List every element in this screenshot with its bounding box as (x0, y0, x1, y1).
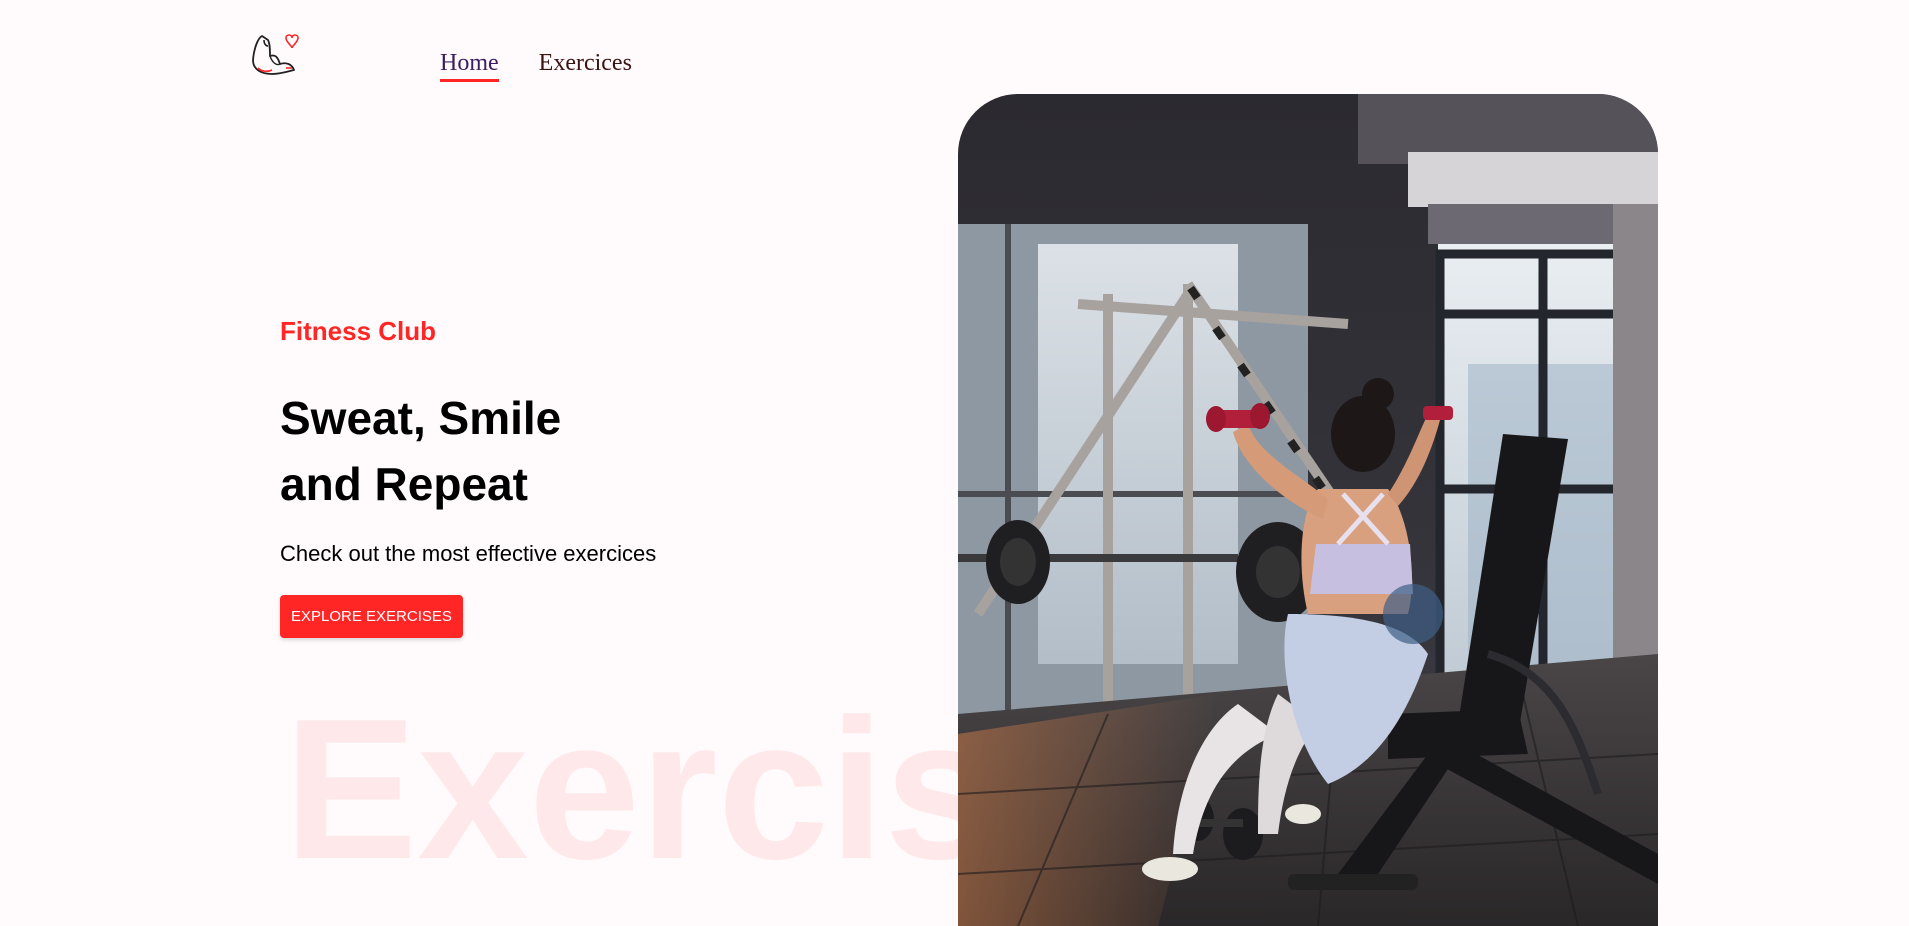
main-nav: Home Exercices (440, 50, 632, 82)
hero-headline-line2: and Repeat (280, 458, 528, 510)
hero-tag: Fitness Club (280, 316, 437, 346)
nav-link-exercices[interactable]: Exercices (539, 50, 632, 82)
explore-exercises-button[interactable]: EXPLORE EXERCISES (280, 595, 463, 638)
hero-banner-image (958, 94, 1658, 926)
hero-headline-line1: Sweat, Smile (280, 392, 562, 444)
logo-icon[interactable] (248, 28, 300, 80)
hero-section: Fitness Club Sweat, Smile and Repeat Che… (280, 316, 656, 638)
hero-subtitle: Check out the most effective exercices (280, 541, 657, 566)
hero-headline: Sweat, Smile and Repeat (280, 385, 656, 517)
nav-link-home[interactable]: Home (440, 50, 499, 82)
